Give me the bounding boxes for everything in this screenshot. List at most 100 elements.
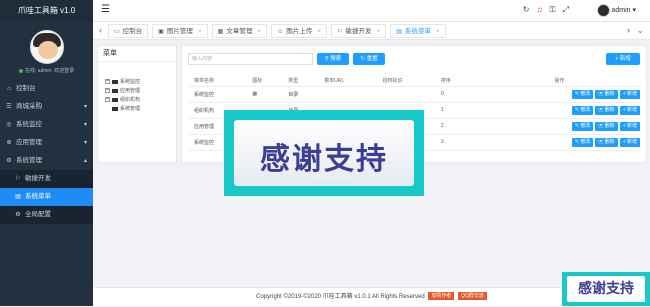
tab-article-manage[interactable]: ▦ 文章管理 × [211,24,268,38]
sidebar-item-apps[interactable]: ⊕ 应用管理 ▾ [0,134,93,152]
user-menu[interactable]: admin ▾ [611,6,636,14]
expand-icon[interactable]: + [105,79,110,85]
cell-type: 目录 [282,86,319,103]
edit-button[interactable]: ✎ 修改 [571,121,594,131]
tabs-scroll-right-icon[interactable]: › [627,25,630,35]
monitor-icon: ◎ [6,122,12,128]
cell-name: 系统监控 [188,86,247,103]
apps-icon: ⊕ [6,140,12,146]
delete-button[interactable]: ▣ 删除 [595,121,618,131]
tree-item[interactable]: + 组织机构 [98,96,176,105]
delete-button[interactable]: ▣ 删除 [595,89,618,99]
col-header: 操作 [470,75,642,87]
tree-item[interactable]: + 应用管理 [98,87,176,96]
sidebar-subitem-menu[interactable]: ▤ 系统菜单 [0,188,93,206]
image-icon: ▣ [158,29,164,35]
tab-image-upload[interactable]: ☺ 图片上传 × [271,24,328,38]
close-icon[interactable]: × [376,28,380,35]
lock-icon[interactable]: ⚿ [550,5,563,14]
flag-icon: ⚐ [337,29,343,35]
sponsor-badge[interactable]: 加赞作者 [428,292,455,301]
corner-ad-text: 感谢支持 [567,276,645,302]
cell-sort: 0 [434,86,471,103]
delete-button[interactable]: ▣ 删除 [595,105,618,115]
add-child-button[interactable]: + 新增 [619,105,640,115]
folder-icon [112,88,118,93]
flag-icon: ⚐ [15,176,21,182]
user-avatar[interactable] [597,4,610,17]
top-bar: ☰ ↻♫⚿⤢ admin ▾ [93,0,650,22]
search-button[interactable]: ⚲ 搜索 [317,53,349,65]
chevron-down-icon: ▾ [83,122,87,128]
popup-text: 感谢支持 [260,142,388,177]
sidebar-item-dashboard[interactable]: ⌂ 控制台 [0,80,93,98]
tabs-bar: ‹ ▭ 控制台 ▣ 图片管理 × ▦ 文章管理 × ☺ 图片上传 × ⚐ 敏捷开发 × ▤ 系统菜单… [93,22,650,40]
folder-icon [112,106,118,111]
welcome-text: 在线: admin, 欢迎登录 [0,67,93,74]
col-header: 授权标识 [376,75,435,87]
folder-icon [112,97,118,102]
online-dot-icon [18,68,23,73]
close-icon[interactable]: × [317,28,321,35]
search-input[interactable]: 输入内容 [188,53,313,65]
sidebar-item-purchase[interactable]: ☰ 商城采购 ▾ [0,98,93,116]
tab-agile-dev[interactable]: ⚐ 敏捷开发 × [331,24,387,38]
cell-sort: 1 [434,102,471,119]
hamburger-icon[interactable]: ☰ [101,4,110,15]
edit-button[interactable]: ✎ 修改 [571,89,594,99]
expand-icon[interactable]: + [105,88,110,94]
col-header: 图标 [246,75,283,87]
tabs-scroll-left-icon[interactable]: ‹ [99,25,102,35]
sidebar: 爪哇工具箱 v1.0 在线: admin, 欢迎登录 ⌂ 控制台 ☰ 商城采购 ▾ ◎… [0,0,93,306]
cell-sort: 2 [434,118,471,135]
grid-icon: ▦ [217,29,224,35]
sidebar-item-system[interactable]: ⚙ 系统管理 ▴ [0,152,93,170]
close-icon[interactable]: × [198,28,202,35]
table-header-row: 菜单名称 图标 类型 菜单URL 授权标识 排序 操作 [188,75,642,87]
chevron-up-icon: ▴ [83,158,87,164]
toolbar-icons: ↻♫⚿⤢ [523,5,576,15]
close-icon[interactable]: × [257,28,261,35]
tree-item[interactable]: 系统管理 [98,105,176,114]
add-child-button[interactable]: + 新增 [619,137,640,147]
sidebar-item-monitor[interactable]: ◎ 系统监控 ▾ [0,116,93,134]
corner-ad[interactable]: 感谢支持 [562,272,650,306]
expand-icon[interactable]: + [105,97,110,103]
sidebar-subitem-agile[interactable]: ⚐ 敏捷开发 [0,170,93,188]
edit-button[interactable]: ✎ 修改 [571,105,594,115]
chevron-down-icon: ▾ [83,140,87,146]
menu-tree-panel: 菜单 + 系统监控 + 应用管理 + 组织机构 系统管理 [97,45,177,163]
col-header: 排序 [434,75,471,87]
menu-row-icon: ▩ [246,86,283,103]
monitor-icon: ▭ [114,29,120,35]
chevron-down-icon: ▾ [83,104,87,110]
smile-icon: ☺ [277,29,284,35]
fullscreen-icon[interactable]: ⤢ [563,5,576,14]
menu-icon: ▤ [396,29,402,35]
gear-icon: ⚙ [6,158,12,164]
tab-image-manage[interactable]: ▣ 图片管理 × [152,24,208,38]
qq-group-badge[interactable]: QQ群交流 [458,292,487,301]
chevron-down-icon[interactable]: ⌄ [636,25,644,36]
folder-icon [112,79,118,84]
menu-icon: ▤ [15,194,21,200]
col-header: 类型 [282,75,319,87]
close-icon[interactable]: × [436,28,440,35]
cart-icon: ☰ [6,104,12,110]
edit-button[interactable]: ✎ 修改 [571,137,594,147]
add-child-button[interactable]: + 新增 [619,89,640,99]
tree-item[interactable]: + 系统监控 [98,78,176,87]
tab-dashboard[interactable]: ▭ 控制台 [108,24,149,38]
tab-system-menu[interactable]: ▤ 系统菜单 × [390,24,446,38]
delete-button[interactable]: ▣ 删除 [595,137,618,147]
add-button[interactable]: + 新增 [606,53,640,65]
col-header: 菜单名称 [188,75,247,87]
refresh-icon[interactable]: ↻ [523,5,537,14]
thanks-popup[interactable]: 感谢支持 • • • • • [224,110,424,196]
carousel-dots[interactable]: • • • • • [312,181,353,187]
notification-icon[interactable]: ♫ [537,5,550,14]
sidebar-subitem-config[interactable]: ⚙ 全局配置 [0,206,93,224]
add-child-button[interactable]: + 新增 [619,121,640,131]
avatar[interactable] [29,30,64,64]
reset-button[interactable]: ↻ 重置 [353,53,385,65]
